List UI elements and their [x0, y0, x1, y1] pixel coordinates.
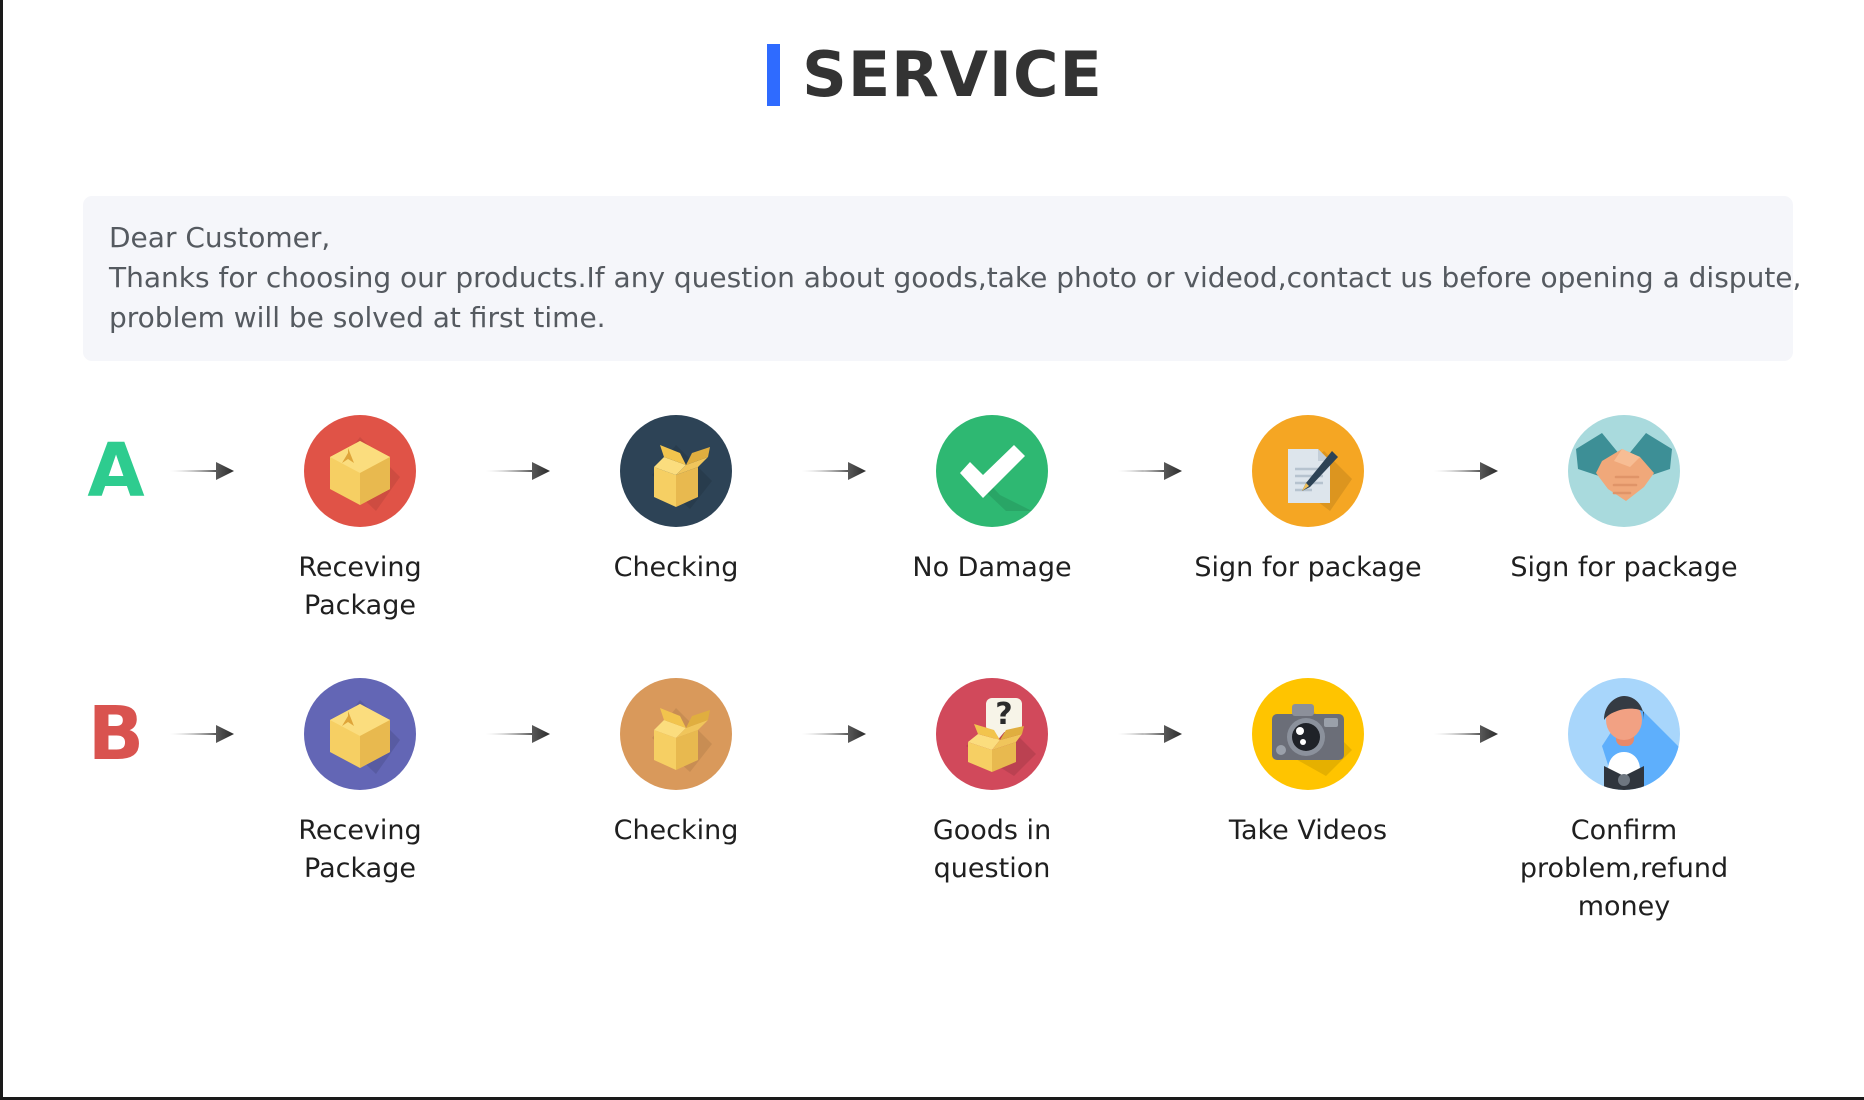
flow-step-label: Receving Package — [298, 815, 422, 884]
flow-step-label: No Damage — [912, 552, 1072, 583]
title-accent-bar — [767, 44, 781, 106]
right-arrow-icon — [159, 415, 245, 527]
flow-step-label: Take Videos — [1228, 815, 1388, 846]
flow-row-a: A Receving Package Checking No Damage Si… — [73, 415, 1813, 625]
flow-step-a3: No Damage — [877, 415, 1107, 587]
page-frame: SERVICE Dear Customer, Thanks for choosi… — [0, 0, 1864, 1100]
question-box-icon: ? — [936, 678, 1048, 790]
flow-step-label: Checking — [613, 815, 739, 846]
flow-step-b1: Receving Package — [245, 678, 475, 888]
flow-step-label: Receving Package — [298, 552, 422, 621]
notice-line-1: Dear Customer, — [109, 221, 331, 254]
customer-notice-panel: Dear Customer, Thanks for choosing our p… — [83, 196, 1802, 362]
handshake-icon — [1568, 415, 1680, 527]
flow-step-label: Confirm problem,refund money — [1519, 815, 1729, 922]
right-arrow-icon — [1423, 415, 1509, 527]
open-box-icon — [620, 678, 732, 790]
right-arrow-icon — [159, 678, 245, 790]
page-title: SERVICE — [3, 44, 1864, 106]
flow-step-label: Checking — [613, 552, 739, 583]
notice-line-3: problem will be solved at first time. — [109, 300, 606, 334]
flow-step-a2: Checking — [561, 415, 791, 587]
document-pen-icon — [1252, 415, 1364, 527]
flow-step-label: Goods in question — [932, 815, 1052, 884]
flow-step-b3: ? Goods in question — [877, 678, 1107, 888]
camera-icon — [1252, 678, 1364, 790]
right-arrow-icon — [791, 415, 877, 527]
flow-step-a1: Receving Package — [245, 415, 475, 625]
right-arrow-icon — [475, 415, 561, 527]
flow-step-b5: Confirm problem,refund money — [1509, 678, 1739, 925]
svg-text:?: ? — [995, 697, 1012, 732]
flow-step-a5: Sign for package — [1509, 415, 1739, 587]
right-arrow-icon — [1107, 678, 1193, 790]
support-agent-icon — [1568, 678, 1680, 790]
flow-step-label: Sign for package — [1194, 552, 1422, 583]
flow-step-label: Sign for package — [1510, 552, 1738, 583]
right-arrow-icon — [1107, 415, 1193, 527]
flow-step-a4: Sign for package — [1193, 415, 1423, 587]
flow-label-b: B — [87, 691, 145, 777]
right-arrow-icon — [791, 678, 877, 790]
check-mark-icon — [936, 415, 1048, 527]
closed-box-icon — [304, 678, 416, 790]
flow-step-b4: Take Videos — [1193, 678, 1423, 850]
flow-label-a: A — [87, 428, 145, 514]
page-title-text: SERVICE — [802, 38, 1103, 111]
closed-box-icon — [304, 415, 416, 527]
flow-step-b2: Checking — [561, 678, 791, 850]
right-arrow-icon — [475, 678, 561, 790]
flow-row-b: B Receving Package Checking ? Goods in q… — [73, 678, 1813, 925]
right-arrow-icon — [1423, 678, 1509, 790]
notice-line-2: Thanks for choosing our products.If any … — [109, 260, 1802, 294]
open-box-icon — [620, 415, 732, 527]
